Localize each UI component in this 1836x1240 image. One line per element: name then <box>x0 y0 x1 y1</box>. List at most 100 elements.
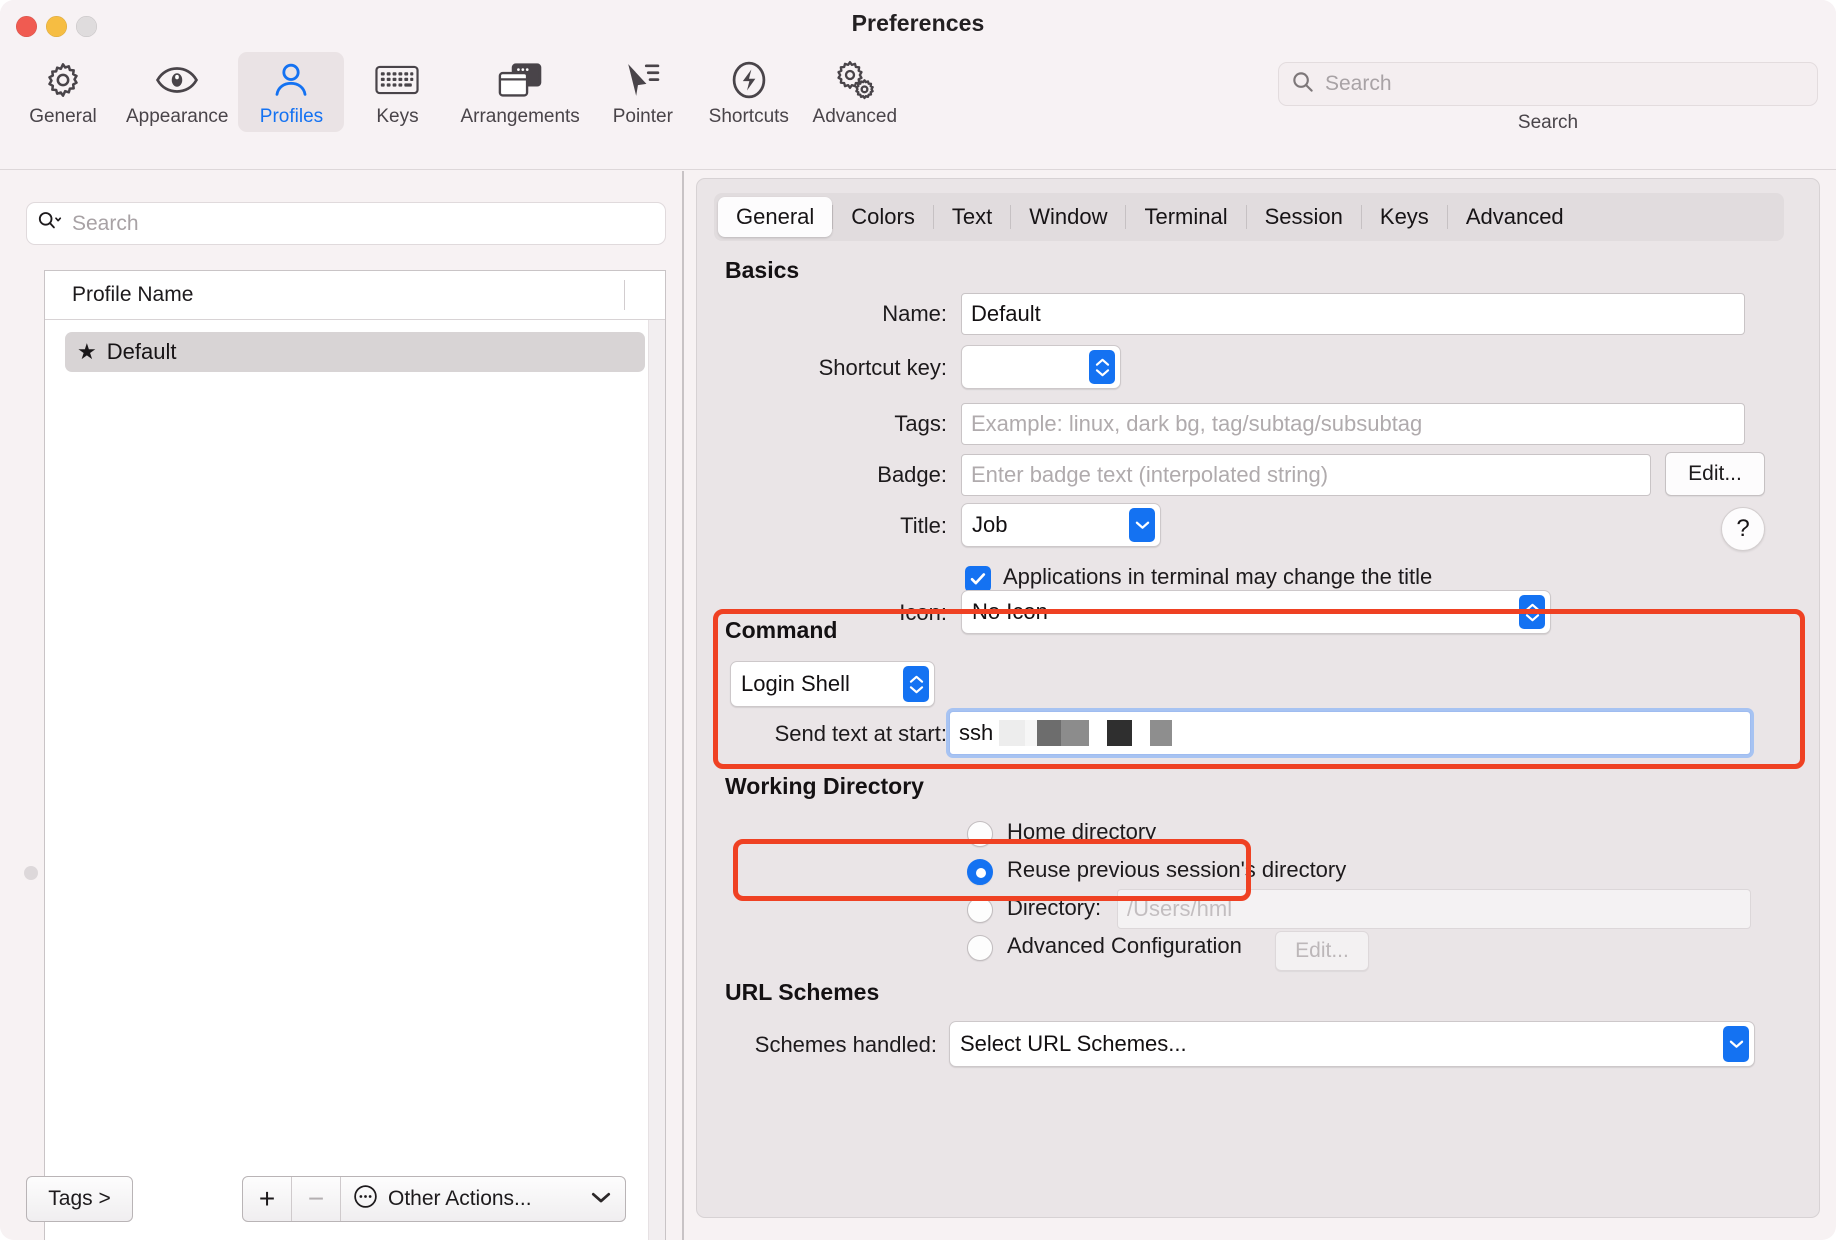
toolbar-item-label: General <box>29 106 97 127</box>
working-directory-heading: Working Directory <box>725 773 924 799</box>
windows-icon <box>498 58 542 102</box>
tab-keys[interactable]: Keys <box>1362 197 1447 237</box>
basics-heading: Basics <box>725 257 800 283</box>
radio-home-directory[interactable] <box>967 821 993 847</box>
ellipsis-circle-icon <box>353 1184 378 1215</box>
tab-colors[interactable]: Colors <box>833 197 933 237</box>
toolbar-item-label: Shortcuts <box>708 106 789 127</box>
chevron-down-icon <box>1129 508 1155 542</box>
star-icon: ★ <box>77 339 97 364</box>
other-actions-menu[interactable]: Other Actions... <box>341 1177 625 1221</box>
search-field[interactable]: Search <box>1278 62 1818 106</box>
radio-reuse-previous-directory-label: Reuse previous session's directory <box>1007 857 1347 882</box>
chevron-updown-icon <box>1089 350 1115 384</box>
tab-general[interactable]: General <box>718 197 833 237</box>
profiles-table-header: Profile Name <box>45 271 665 320</box>
name-input[interactable]: Default <box>961 293 1745 335</box>
toolbar-search-group: Search Search <box>1278 62 1818 134</box>
schemes-handled-value: Select URL Schemes... <box>960 1031 1187 1056</box>
sidebar-footer: Tags > + − Other Actions... <box>26 1172 666 1224</box>
titlebar: Preferences General Appearance Profiles … <box>0 0 1836 170</box>
shortcut-key-popup[interactable] <box>961 345 1121 389</box>
command-heading: Command <box>725 617 838 643</box>
toolbar-item-profiles[interactable]: Profiles <box>238 52 345 132</box>
toolbar-item-general[interactable]: General <box>10 52 116 132</box>
toolbar-item-label: Keys <box>376 106 419 127</box>
profiles-table-scrollbar[interactable] <box>648 320 665 1240</box>
keyboard-icon <box>375 58 420 102</box>
schemes-handled-pulldown[interactable]: Select URL Schemes... <box>949 1021 1755 1067</box>
add-profile-button[interactable]: + <box>243 1177 292 1221</box>
apps-change-title-label: Applications in terminal may change the … <box>1003 564 1433 589</box>
profiles-table-body: ★ Default <box>45 332 665 372</box>
shortcut-key-label: Shortcut key: <box>818 355 947 380</box>
column-header-profile-name[interactable]: Profile Name <box>45 283 193 307</box>
advanced-config-edit-button[interactable]: Edit... <box>1275 931 1369 971</box>
title-value: Job <box>972 512 1008 537</box>
search-caption: Search <box>1517 112 1579 133</box>
toolbar-item-shortcuts[interactable]: Shortcuts <box>696 52 802 132</box>
profile-search-input[interactable]: Search <box>26 202 666 245</box>
icon-value: No Icon <box>972 599 1048 624</box>
name-label: Name: <box>882 301 947 326</box>
badge-label: Badge: <box>877 462 947 487</box>
content-scrollbar[interactable] <box>1810 251 1819 1217</box>
tags-button[interactable]: Tags > <box>26 1176 133 1222</box>
tab-session[interactable]: Session <box>1247 197 1361 237</box>
search-icon <box>37 209 63 238</box>
help-button[interactable]: ? <box>1721 507 1765 551</box>
icon-popup[interactable]: No Icon <box>961 590 1551 634</box>
other-actions-label: Other Actions... <box>388 1187 532 1210</box>
tags-input[interactable]: Example: linux, dark bg, tag/subtag/subs… <box>961 403 1745 445</box>
gears-icon <box>833 58 877 102</box>
profile-tab-bar: General Colors Text Window Terminal Sess… <box>714 193 1784 241</box>
redaction-overlay <box>999 720 1173 746</box>
radio-advanced-configuration-label: Advanced Configuration <box>1007 933 1242 958</box>
window-title: Preferences <box>851 10 985 36</box>
bolt-icon <box>729 58 769 102</box>
tab-text[interactable]: Text <box>934 197 1010 237</box>
badge-input[interactable]: Enter badge text (interpolated string) <box>961 454 1651 496</box>
tab-window[interactable]: Window <box>1011 197 1125 237</box>
split-divider-handle[interactable] <box>24 866 38 880</box>
table-row[interactable]: ★ Default <box>65 332 645 372</box>
toolbar-item-label: Appearance <box>126 106 229 127</box>
tab-terminal[interactable]: Terminal <box>1126 197 1245 237</box>
person-icon <box>272 58 310 102</box>
tab-advanced[interactable]: Advanced <box>1448 197 1582 237</box>
toolbar-item-arrangements[interactable]: Arrangements <box>450 52 589 132</box>
toolbar-item-advanced[interactable]: Advanced <box>802 52 908 132</box>
remove-profile-button[interactable]: − <box>292 1177 341 1221</box>
badge-edit-button[interactable]: Edit... <box>1665 452 1765 496</box>
search-icon <box>1291 70 1315 99</box>
profile-detail-panel: General Colors Text Window Terminal Sess… <box>696 178 1820 1218</box>
split-divider[interactable] <box>682 171 684 1240</box>
radio-advanced-configuration[interactable] <box>967 935 993 961</box>
profile-search-placeholder: Search <box>72 211 139 235</box>
chevron-updown-icon <box>903 666 929 702</box>
profiles-sidebar: Search Profile Name ★ Default Tags > + − <box>0 171 696 1240</box>
toolbar-item-label: Advanced <box>812 106 898 127</box>
apps-change-title-checkbox[interactable] <box>965 566 991 592</box>
schemes-handled-label: Schemes handled: <box>754 1032 937 1057</box>
toolbar-item-keys[interactable]: Keys <box>344 52 450 132</box>
profile-name-cell: Default <box>106 339 177 364</box>
column-divider[interactable] <box>624 280 625 310</box>
eye-icon <box>155 58 199 102</box>
chevron-down-icon <box>591 1189 611 1209</box>
tags-label: Tags: <box>894 411 947 436</box>
radio-directory-label: Directory: <box>1007 895 1102 920</box>
radio-directory[interactable] <box>967 897 993 923</box>
toolbar-item-appearance[interactable]: Appearance <box>116 52 238 132</box>
toolbar-item-label: Pointer <box>612 106 673 127</box>
directory-input[interactable]: /Users/hml <box>1117 889 1751 929</box>
send-text-input[interactable]: ssh <box>949 711 1751 755</box>
title-label: Title: <box>900 513 947 538</box>
send-text-value: ssh <box>959 720 994 745</box>
toolbar-item-pointer[interactable]: Pointer <box>590 52 696 132</box>
title-pulldown[interactable]: Job <box>961 503 1161 547</box>
command-type-popup[interactable]: Login Shell <box>730 661 935 707</box>
chevron-down-icon <box>1723 1026 1749 1062</box>
radio-reuse-previous-directory[interactable] <box>967 859 993 885</box>
url-schemes-heading: URL Schemes <box>725 979 880 1005</box>
